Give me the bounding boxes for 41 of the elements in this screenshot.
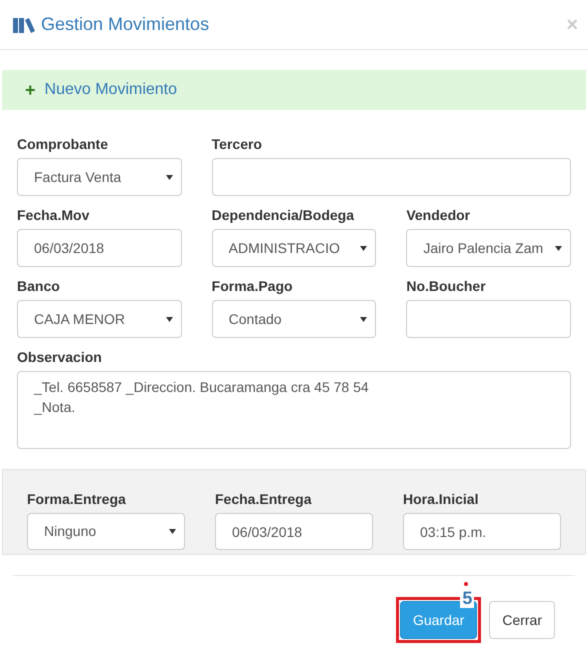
caret-icon (360, 246, 368, 250)
select-value: Contado (228, 310, 282, 328)
section-title: Nuevo Movimiento (44, 80, 178, 100)
select-value: Ninguno (44, 522, 96, 541)
field-label: Forma.Entrega (27, 490, 127, 509)
select-value: CAJA MENOR (34, 310, 126, 328)
input-field[interactable]: 03:15 p.m. (403, 513, 561, 550)
field-label: Observacion (17, 348, 103, 367)
input-field[interactable]: 06/03/2018 (215, 513, 373, 550)
field-label: No.Boucher (406, 277, 487, 296)
select-field[interactable]: Contado (212, 300, 376, 338)
field-label: Tercero (212, 135, 263, 154)
field-label: Vendedor (406, 206, 472, 225)
select-field[interactable]: ADMINISTRACIO (212, 229, 376, 267)
caret-icon (166, 174, 173, 180)
select-field[interactable]: Ninguno (27, 513, 185, 550)
input-field[interactable]: 06/03/2018 (17, 229, 182, 267)
select-field[interactable]: Factura Venta (17, 158, 182, 196)
select-value: Jairo Palencia Zam (423, 238, 544, 258)
books-icon (13, 16, 35, 32)
field-label: Banco (17, 277, 61, 296)
field-label: Fecha.Mov (17, 206, 90, 225)
select-value: ADMINISTRACIO (228, 238, 340, 258)
window-title: Gestion Movimientos (41, 13, 210, 36)
plus-icon: + (25, 81, 36, 99)
select-field[interactable]: CAJA MENOR (17, 300, 182, 338)
select-field[interactable]: Jairo Palencia Zam (406, 229, 571, 267)
field-label: Dependencia/Bodega (212, 206, 356, 225)
observation-field[interactable]: _Tel. 6658587 _Direccion. Bucaramanga cra 45 78 54 _Nota. (17, 371, 571, 449)
field-label: Forma.Pago (212, 277, 294, 296)
input-field[interactable] (406, 300, 571, 338)
select-value: Factura Venta (34, 168, 122, 186)
input-field[interactable] (212, 158, 571, 196)
caret-icon (169, 529, 176, 534)
field-label: Hora.Inicial (403, 490, 480, 509)
caret-icon (166, 316, 173, 322)
field-label: Fecha.Entrega (215, 490, 313, 509)
caret-icon (360, 316, 368, 322)
close-dialog-button[interactable]: Cerrar (489, 601, 555, 639)
caret-icon (555, 246, 562, 250)
field-label: Comprobante (17, 135, 109, 154)
